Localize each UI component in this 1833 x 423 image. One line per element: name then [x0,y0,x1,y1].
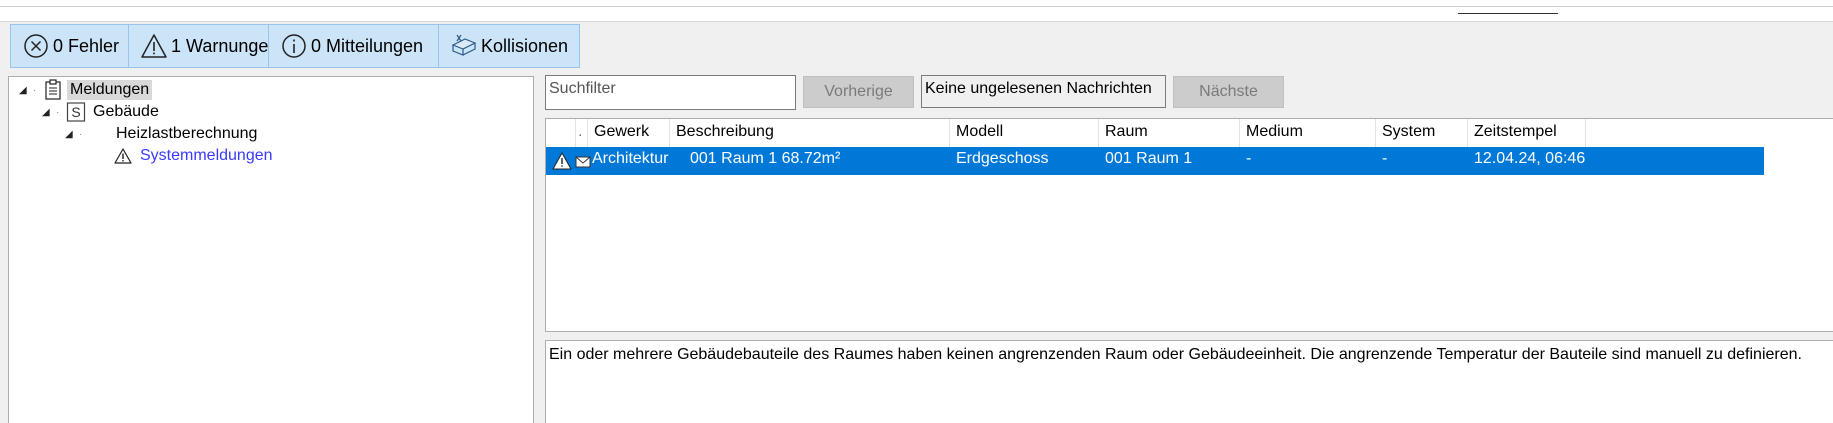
tree-node-systemmeldungen[interactable]: Systemmeldungen [113,144,276,168]
cell-zeitstempel: 12.04.24, 06:46 [1474,150,1586,167]
cell-medium: - [1246,150,1252,167]
warnings-label: 1 Warnungen [171,35,279,56]
column-header-beschreibung[interactable]: Beschreibung [670,119,950,147]
warning-triangle-icon [113,145,133,167]
cell-beschreibung: 001 Raum 1 68.72m² [690,150,841,167]
column-header-raum[interactable]: Raum [1099,119,1240,147]
column-header-system[interactable]: System [1376,119,1468,147]
column-header-medium[interactable]: Medium [1240,119,1376,147]
warning-triangle-icon [550,147,574,175]
warning-triangle-icon [139,31,169,61]
error-circle-icon [21,31,51,61]
message-tree: ◢ · Meldungen ◢ · S Gebäude ◢ · Heizlast… [8,76,534,423]
info-label: 0 Mitteilungen [311,35,424,56]
column-header-zeitstempel[interactable]: Zeitstempel [1468,119,1586,147]
unread-status: Keine ungelesenen Nachrichten [921,75,1166,108]
errors-filter-button[interactable]: 0 Fehler [10,24,129,68]
top-strip [0,0,1833,22]
column-header-modell[interactable]: Modell [950,119,1099,147]
clipboard-icon [43,79,63,101]
message-filter-toolbar: 0 Fehler 1 Warnungen 0 Mitteilungen Koll… [10,24,580,68]
tree-label-heizlastberechnung: Heizlastberechnung [116,125,258,142]
tree-node-heizlastberechnung[interactable]: ◢ · Heizlastberechnung [65,122,260,146]
messages-table: . Gewerk Beschreibung Modell Raum Medium… [545,118,1833,332]
cell-modell: Erdgeschoss [956,150,1049,167]
table-header: . Gewerk Beschreibung Modell Raum Medium… [546,119,1833,147]
errors-label: 0 Fehler [53,35,120,56]
info-filter-button[interactable]: 0 Mitteilungen [268,24,439,68]
tree-node-gebaeude[interactable]: ◢ · S Gebäude [42,100,162,124]
column-header-flag: . [576,119,588,147]
building-s-icon: S [66,101,86,123]
warnings-filter-button[interactable]: 1 Warnungen [128,24,278,68]
tree-label-gebaeude: Gebäude [93,103,159,120]
tree-label-systemmeldungen: Systemmeldungen [140,147,273,164]
next-button[interactable]: Nächste [1173,76,1284,108]
collisions-label: Kollisionen [481,35,569,56]
collapse-arrow-icon[interactable]: ◢ [19,85,33,96]
column-header-icon [546,119,576,147]
message-description: Ein oder mehrere Gebäudebauteile des Rau… [545,340,1833,423]
table-row[interactable]: Architektur 001 Raum 1 68.72m² Erdgescho… [546,147,1764,175]
collision-icon [449,31,479,61]
top-divider [0,6,1833,7]
collisions-filter-button[interactable]: Kollisionen [438,24,580,68]
info-circle-icon [279,31,309,61]
tree-node-meldungen[interactable]: ◢ · Meldungen [19,78,153,102]
cell-raum: 001 Raum 1 [1105,150,1193,167]
collapse-arrow-icon[interactable]: ◢ [42,107,56,118]
previous-button[interactable]: Vorherige [803,76,914,108]
cell-gewerk: Architektur [592,150,669,167]
top-marker [1458,13,1558,14]
cell-system: - [1382,150,1388,167]
svg-text:S: S [71,104,80,120]
column-header-gewerk[interactable]: Gewerk [588,119,670,147]
collapse-arrow-icon[interactable]: ◢ [65,129,79,140]
search-input[interactable]: Suchfilter [545,75,796,110]
tree-label-meldungen: Meldungen [67,80,153,100]
